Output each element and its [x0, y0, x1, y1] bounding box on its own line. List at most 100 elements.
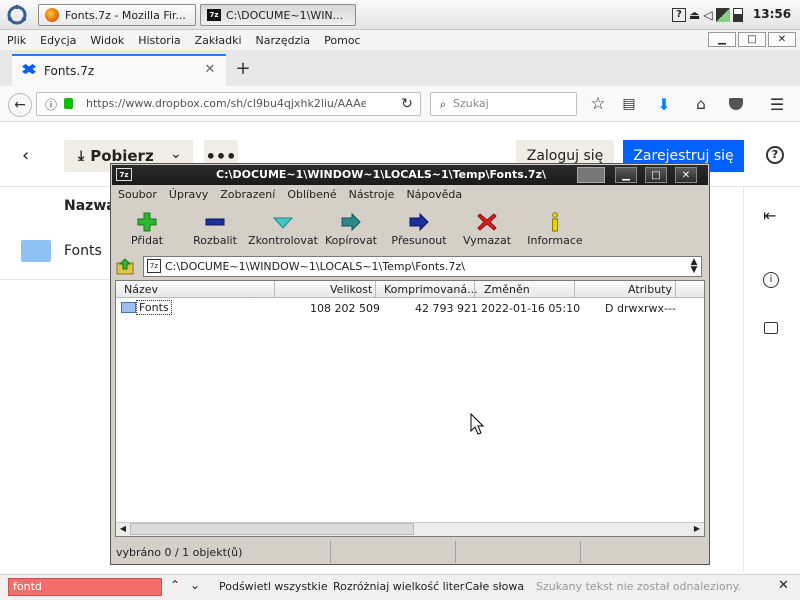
- minimize-button[interactable]: ▁: [708, 32, 736, 47]
- back-icon[interactable]: ←: [8, 93, 32, 117]
- column-divider[interactable]: [274, 281, 275, 298]
- delete-label: Vymazat: [462, 234, 512, 247]
- menu-zobrazeni[interactable]: Zobrazení: [214, 188, 281, 201]
- scroll-right-icon[interactable]: ▶: [691, 523, 703, 535]
- 7zip-minimize-button[interactable]: ▁: [615, 167, 637, 183]
- column-attributes[interactable]: Atributy: [628, 283, 672, 296]
- rollup-icon[interactable]: [577, 167, 605, 183]
- menu-napoveda[interactable]: Nápověda: [400, 188, 468, 201]
- menu-oblibene[interactable]: Oblíbené: [281, 188, 342, 201]
- menu-narzedzia[interactable]: Narzędzia: [249, 34, 318, 47]
- plus-icon: [137, 212, 157, 232]
- eject-icon[interactable]: ⏏: [689, 8, 700, 22]
- find-previous-icon[interactable]: ⌃: [166, 578, 184, 596]
- column-divider[interactable]: [474, 281, 475, 298]
- column-divider[interactable]: [375, 281, 376, 298]
- add-button[interactable]: Přidat: [112, 208, 182, 252]
- firefox-menubar: Plik Edycja Widok Historia Zakładki Narz…: [0, 30, 800, 50]
- 7zip-icon: 7z: [116, 168, 132, 181]
- folder-name[interactable]: Fonts: [64, 243, 102, 259]
- downloads-icon[interactable]: ⬇: [653, 93, 675, 115]
- menu-edycja[interactable]: Edycja: [33, 34, 83, 47]
- delete-button[interactable]: Vymazat: [452, 208, 522, 252]
- scrollbar-thumb[interactable]: [130, 523, 414, 535]
- copy-button[interactable]: Kopírovat: [316, 208, 386, 252]
- hamburger-menu-icon[interactable]: ☰: [766, 93, 788, 115]
- 7zip-maximize-button[interactable]: □: [645, 167, 667, 183]
- row-size: 108 202 509: [310, 302, 380, 315]
- info-icon[interactable]: i: [763, 272, 779, 288]
- new-tab-icon[interactable]: +: [232, 58, 254, 80]
- network-icon[interactable]: [715, 8, 730, 22]
- reload-icon[interactable]: ↻: [396, 93, 418, 115]
- close-button[interactable]: ✕: [768, 32, 796, 47]
- help-icon[interactable]: ?: [766, 146, 784, 164]
- find-input[interactable]: fontd: [8, 578, 162, 596]
- highlight-all-toggle[interactable]: Podświetl wszystkie: [219, 580, 328, 593]
- window-title: C:\DOCUME~1\WINDOW~1\LOCALS~1\Temp\Fonts…: [216, 168, 547, 181]
- pocket-icon[interactable]: [725, 93, 747, 115]
- status-text: vybráno 0 / 1 objekt(ů): [116, 546, 243, 559]
- minimize-icon: ▁: [622, 169, 630, 181]
- help-icon[interactable]: ?: [672, 8, 686, 22]
- taskbar-task-7zip[interactable]: 7z C:\DOCUME~1\WIN...: [200, 4, 356, 26]
- tab-title: Fonts.7z: [44, 64, 95, 78]
- column-name[interactable]: Název: [124, 283, 158, 296]
- comment-icon[interactable]: [764, 322, 778, 334]
- delete-x-icon: [477, 213, 497, 231]
- move-arrow-icon: [409, 212, 429, 232]
- tab-fonts[interactable]: Fonts.7z: [12, 54, 226, 86]
- menu-pomoc[interactable]: Pomoc: [317, 34, 367, 47]
- menu-plik[interactable]: Plik: [0, 34, 33, 47]
- row-attributes: D drwxrwx---: [605, 302, 676, 315]
- address-dropdown-icon[interactable]: ▲ ▼: [687, 258, 701, 275]
- start-menu-icon[interactable]: [6, 4, 28, 26]
- column-divider[interactable]: [675, 281, 676, 298]
- search-icon: ⌕: [439, 96, 447, 111]
- dropbox-sidebar: [743, 187, 800, 572]
- match-case-toggle[interactable]: Rozróżniaj wielkość liter: [333, 580, 464, 593]
- close-icon: ✕: [777, 34, 787, 45]
- menu-widok[interactable]: Widok: [83, 34, 131, 47]
- whole-words-toggle[interactable]: Całe słowa: [465, 580, 524, 593]
- menu-historia[interactable]: Historia: [131, 34, 187, 47]
- taskbar-task-firefox[interactable]: Fonts.7z - Mozilla Fir...: [38, 4, 196, 26]
- copy-arrow-icon: [341, 212, 361, 232]
- collapse-panel-icon[interactable]: ⇤: [763, 206, 776, 225]
- up-folder-icon[interactable]: [116, 258, 134, 275]
- menu-soubor[interactable]: Soubor: [112, 188, 163, 201]
- bookmark-star-icon[interactable]: ☆: [587, 93, 609, 115]
- menu-nastroje[interactable]: Nástroje: [343, 188, 401, 201]
- find-next-icon[interactable]: ⌄: [186, 578, 204, 596]
- home-icon[interactable]: ⌂: [690, 93, 712, 115]
- library-icon[interactable]: ▤: [618, 93, 640, 115]
- url-text[interactable]: https://www.dropbox.com/sh/cl9bu4qjxhk2l…: [86, 97, 366, 110]
- status-divider: [455, 541, 456, 563]
- column-divider[interactable]: [574, 281, 575, 298]
- move-button[interactable]: Přesunout: [384, 208, 454, 252]
- find-close-icon[interactable]: ✕: [778, 578, 789, 593]
- maximize-button[interactable]: □: [738, 32, 766, 47]
- search-placeholder: Szukaj: [453, 97, 489, 110]
- tab-close-icon[interactable]: ✕: [200, 60, 220, 80]
- extract-button[interactable]: Rozbalit: [180, 208, 250, 252]
- task-label: C:\DOCUME~1\WIN...: [226, 8, 344, 22]
- column-modified[interactable]: Změněn: [484, 283, 530, 296]
- address-text[interactable]: C:\DOCUME~1\WINDOW~1\LOCALS~1\Temp\Fonts…: [165, 260, 465, 273]
- column-packed[interactable]: Komprimovaná...: [384, 283, 478, 296]
- menu-upravy[interactable]: Úpravy: [163, 188, 214, 201]
- scroll-left-icon[interactable]: ◀: [117, 523, 129, 535]
- volume-icon[interactable]: ◁: [703, 8, 712, 22]
- column-size[interactable]: Velikost: [330, 283, 372, 296]
- row-name[interactable]: Fonts: [136, 300, 172, 315]
- battery-icon[interactable]: [732, 8, 743, 22]
- info-label: Informace: [527, 234, 583, 247]
- menu-zakladki[interactable]: Zakładki: [188, 34, 249, 47]
- back-chevron-icon[interactable]: ‹: [22, 145, 29, 166]
- info-icon[interactable]: ⓘ: [40, 93, 62, 115]
- chevron-down-icon[interactable]: ⌄: [170, 146, 182, 162]
- 7zip-close-button[interactable]: ✕: [675, 167, 697, 183]
- maximize-icon: □: [747, 34, 757, 45]
- test-button[interactable]: Zkontrolovat: [248, 208, 318, 252]
- info-button[interactable]: Informace: [520, 208, 590, 252]
